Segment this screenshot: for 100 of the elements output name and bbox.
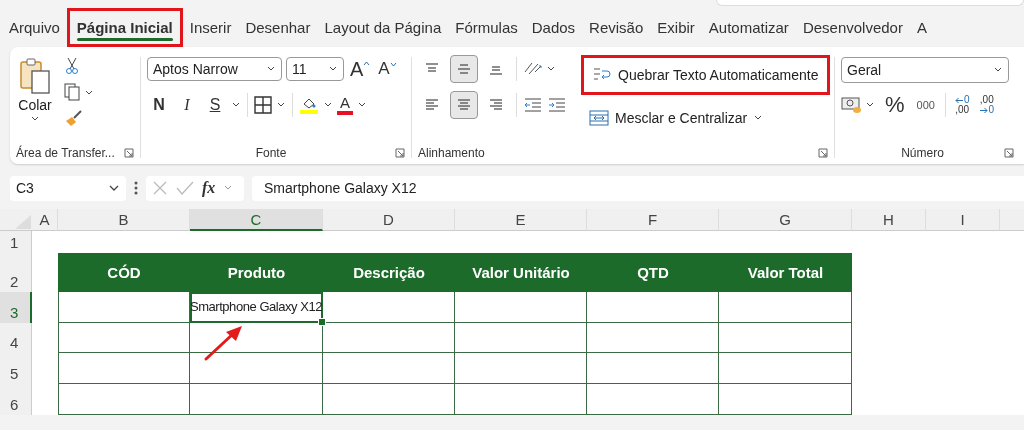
- decrease-decimal-button[interactable]: ,00 0: [976, 95, 998, 115]
- table-cell[interactable]: [587, 353, 719, 384]
- ribbon-tab[interactable]: Inserir: [182, 13, 239, 41]
- ribbon-tab[interactable]: Arquivo: [2, 13, 67, 41]
- more-icon[interactable]: [134, 181, 138, 195]
- align-button[interactable]: [450, 55, 478, 83]
- ribbon-tab[interactable]: Automatizar: [701, 13, 796, 41]
- table-cell[interactable]: [455, 323, 587, 353]
- ribbon-tab[interactable]: Página Inicial: [69, 13, 180, 41]
- increase-decimal-button[interactable]: 0 ,00: [951, 95, 973, 115]
- column-header[interactable]: B: [58, 209, 190, 231]
- dialog-launcher-icon[interactable]: [1004, 148, 1014, 158]
- ribbon-tab[interactable]: Layout da Página: [317, 13, 449, 41]
- row-header[interactable]: 5: [0, 353, 32, 384]
- table-cell[interactable]: [190, 353, 323, 384]
- ribbon-tab[interactable]: Dados: [524, 13, 583, 41]
- row-header[interactable]: 6: [0, 384, 32, 415]
- table-cell[interactable]: [323, 384, 455, 415]
- bold-button[interactable]: N: [147, 96, 171, 114]
- chevron-icon: [266, 65, 276, 73]
- table-header-cell: Valor Total: [719, 253, 852, 292]
- wrap-text-button[interactable]: Quebrar Texto Automaticamente: [584, 58, 827, 92]
- fill-handle[interactable]: [318, 318, 326, 326]
- table-cell[interactable]: [455, 292, 587, 323]
- row-header[interactable]: 1: [0, 231, 32, 253]
- table-cell[interactable]: [58, 384, 190, 415]
- group-label: Número: [901, 146, 944, 160]
- table-cell[interactable]: [719, 353, 852, 384]
- table-cell[interactable]: [587, 323, 719, 353]
- font-name-dropdown[interactable]: Aptos Narrow: [147, 57, 282, 81]
- table-cell[interactable]: [587, 384, 719, 415]
- arrow-right-icon: [979, 106, 989, 114]
- decrease-indent-icon[interactable]: [523, 97, 543, 113]
- search-field[interactable]: [716, 0, 1024, 6]
- row-header[interactable]: 4: [0, 323, 32, 353]
- scissors-icon[interactable]: [64, 57, 80, 75]
- ribbon-tab[interactable]: Desenhar: [238, 13, 318, 41]
- grow-font-button[interactable]: A: [348, 57, 373, 81]
- table-cell[interactable]: [58, 292, 190, 323]
- column-header[interactable]: I: [926, 209, 1000, 231]
- font-color-button[interactable]: A: [337, 95, 353, 115]
- dialog-launcher-icon[interactable]: [818, 148, 828, 158]
- brush-icon[interactable]: [64, 109, 84, 127]
- align-button[interactable]: [450, 91, 478, 119]
- table-cell[interactable]: [455, 353, 587, 384]
- percent-button[interactable]: %: [881, 92, 909, 118]
- chevron-icon: [30, 115, 40, 123]
- paste-button[interactable]: Colar: [16, 55, 54, 142]
- merge-center-button[interactable]: Mesclar e Centralizar: [587, 101, 830, 135]
- row-header[interactable]: 3: [0, 292, 32, 323]
- table-cell[interactable]: [190, 384, 323, 415]
- table-cell[interactable]: [323, 353, 455, 384]
- table-cell[interactable]: [323, 292, 455, 323]
- table-cell[interactable]: [719, 323, 852, 353]
- dialog-launcher-icon[interactable]: [395, 148, 405, 158]
- chevron-icon[interactable]: [231, 101, 241, 109]
- dialog-launcher-icon[interactable]: [124, 148, 134, 158]
- column-header[interactable]: C: [190, 209, 323, 231]
- check-icon[interactable]: [176, 180, 194, 196]
- ribbon-tab[interactable]: Desenvolvedor: [795, 13, 910, 41]
- table-cell[interactable]: [58, 323, 190, 353]
- column-header[interactable]: A: [32, 209, 58, 231]
- shrink-font-button[interactable]: A: [376, 59, 399, 79]
- formula-field[interactable]: Smartphone Galaxy X12: [252, 175, 1024, 201]
- table-cell[interactable]: [719, 292, 852, 323]
- increase-indent-icon[interactable]: [547, 97, 567, 113]
- column-header[interactable]: H: [852, 209, 926, 231]
- table-cell[interactable]: [587, 292, 719, 323]
- group-label: Área de Transfer...: [16, 146, 115, 160]
- font-size-dropdown[interactable]: 11: [286, 57, 344, 81]
- arrow-left-icon: [954, 96, 964, 104]
- lines-icon: [488, 97, 504, 113]
- chevron-icon[interactable]: [323, 101, 333, 109]
- ribbon-tab[interactable]: A: [909, 13, 934, 41]
- thousands-button[interactable]: 000: [912, 99, 939, 111]
- italic-button[interactable]: I: [175, 96, 199, 114]
- table-cell[interactable]: [719, 384, 852, 415]
- group-label: Fonte: [255, 146, 287, 160]
- table-cell[interactable]: [455, 384, 587, 415]
- borders-icon[interactable]: [254, 96, 272, 114]
- row-header[interactable]: 2: [0, 253, 32, 292]
- chevron-icon[interactable]: [357, 101, 367, 109]
- column-header[interactable]: G: [719, 209, 852, 231]
- column-header[interactable]: F: [587, 209, 719, 231]
- table-cell[interactable]: [58, 353, 190, 384]
- insert-function-button[interactable]: fx: [202, 179, 216, 197]
- column-header[interactable]: E: [455, 209, 587, 231]
- underline-button[interactable]: S: [203, 96, 227, 114]
- chevron-icon[interactable]: [276, 101, 286, 109]
- ribbon-tab[interactable]: Fórmulas: [448, 13, 525, 41]
- group-label: Alinhamento: [418, 146, 485, 160]
- number-format-dropdown[interactable]: Geral: [841, 57, 1009, 83]
- column-header[interactable]: D: [323, 209, 455, 231]
- table-cell[interactable]: [323, 323, 455, 353]
- copy-icon[interactable]: [64, 83, 94, 101]
- lines-icon: [456, 97, 472, 113]
- caret-up-icon: [363, 60, 371, 66]
- ribbon-tab[interactable]: Revisão: [582, 13, 651, 41]
- name-box[interactable]: C3: [10, 175, 126, 201]
- ribbon-tab[interactable]: Exibir: [650, 13, 702, 41]
